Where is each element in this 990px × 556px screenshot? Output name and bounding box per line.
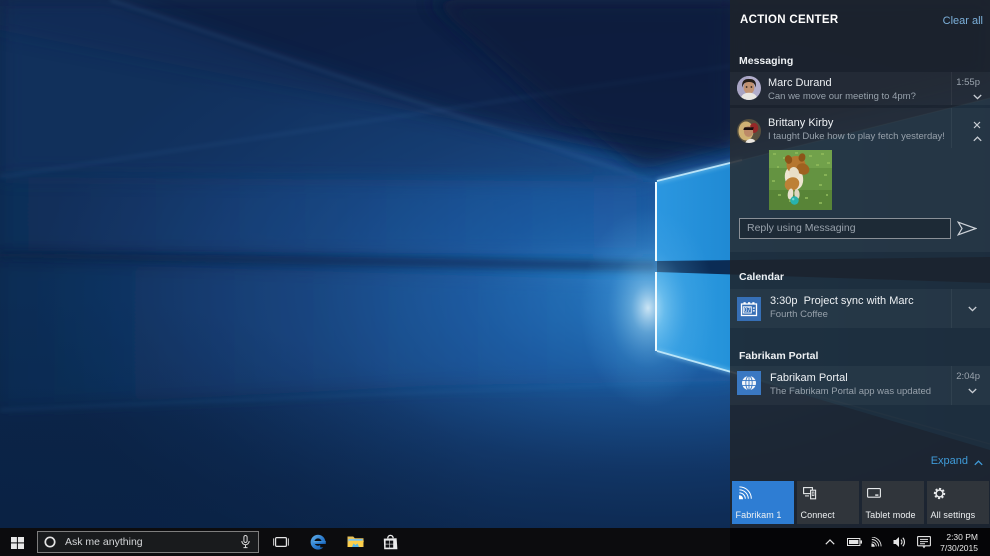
svg-text:07: 07 — [744, 308, 751, 314]
